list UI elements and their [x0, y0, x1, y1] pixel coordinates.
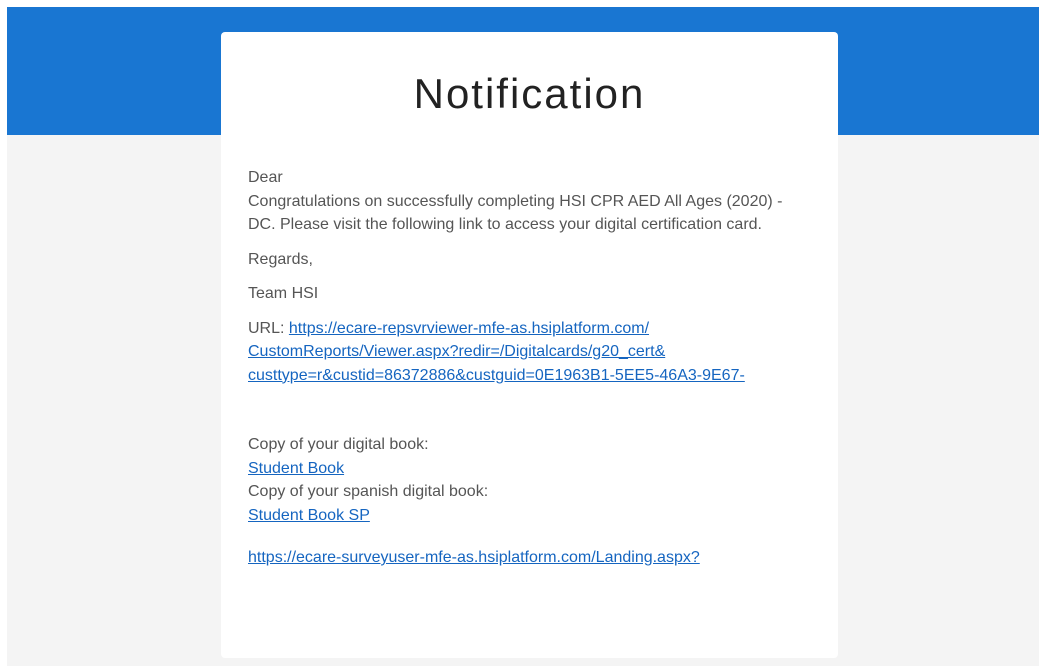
page-title: Notification: [413, 70, 646, 117]
survey-link[interactable]: https://ecare-surveyuser-mfe-as.hsiplatf…: [248, 549, 700, 566]
message-text: Congratulations on successfully completi…: [248, 192, 783, 234]
certificate-url-line-1: https://ecare-repsvrviewer-mfe-as.hsipla…: [288, 319, 650, 337]
certificate-url-line-2: CustomReports/Viewer.aspx?redir=/Digital…: [248, 343, 666, 360]
certificate-url-link[interactable]: https://ecare-repsvrviewer-mfe-as.hsipla…: [248, 320, 745, 384]
regards-text: Regards,: [248, 250, 313, 268]
url-label: URL:: [248, 319, 289, 337]
url-paragraph: URL: https://ecare-repsvrviewer-mfe-as.h…: [248, 317, 788, 388]
digital-book-label: Copy of your digital book:: [248, 436, 429, 453]
email-body: Dear Congratulations on successfully com…: [248, 166, 788, 570]
spanish-book-label: Copy of your spanish digital book:: [248, 483, 489, 500]
signature-text: Team HSI: [248, 285, 319, 302]
greeting-text: Dear: [248, 169, 283, 186]
student-book-link[interactable]: Student Book: [248, 460, 344, 477]
notification-card: Notification Dear Congratulations on suc…: [221, 32, 838, 658]
certificate-url-line-3: custtype=r&custid=86372886&custguid=0E19…: [248, 366, 745, 384]
student-book-sp-link[interactable]: Student Book SP: [248, 507, 370, 524]
